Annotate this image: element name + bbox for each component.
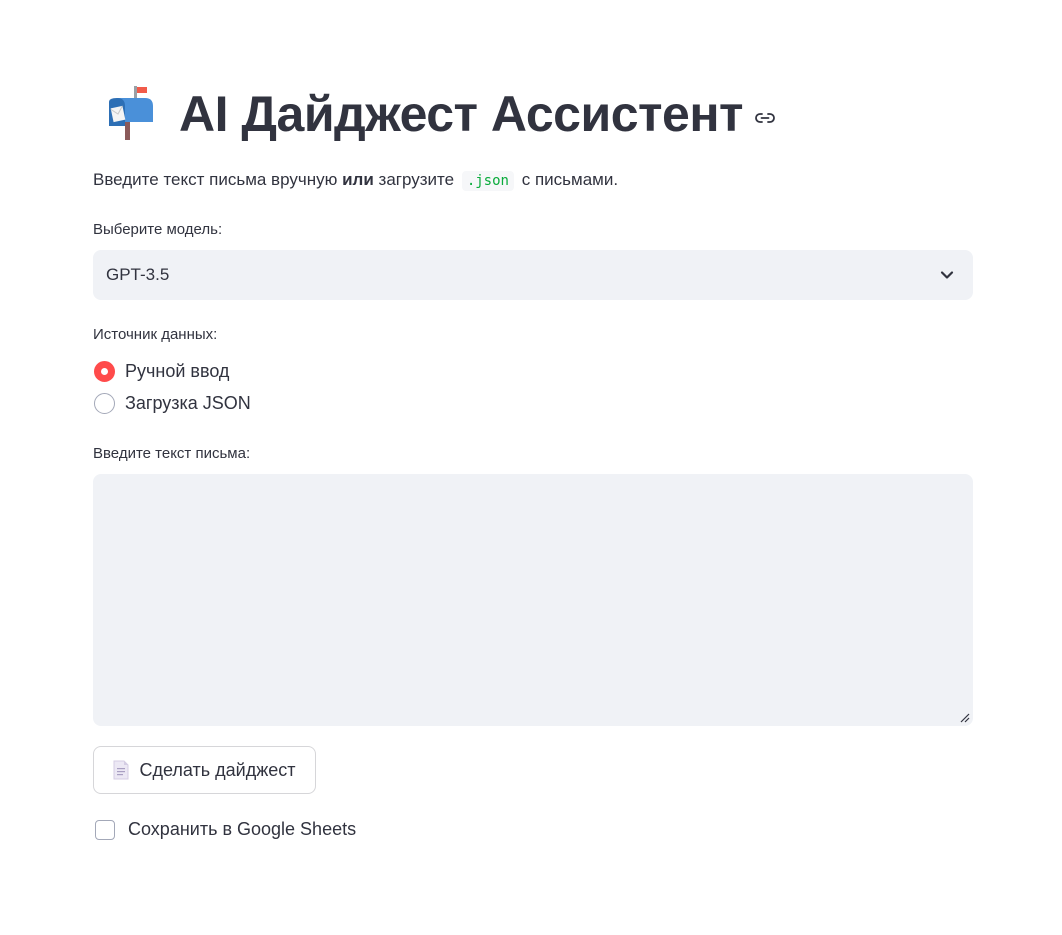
- intro-text: Введите текст письма вручную или загрузи…: [93, 168, 618, 193]
- inline-code-json: .json: [461, 171, 514, 191]
- email-input-label: Введите текст письма:: [93, 445, 251, 462]
- app-main: AI Дайджест Ассистент Введите текст пись…: [0, 0, 1062, 935]
- mailbox-with-flag-icon: [103, 86, 159, 142]
- radio-option-manual[interactable]: Ручной ввод: [94, 361, 229, 382]
- radio-button[interactable]: [94, 393, 115, 414]
- model-select[interactable]: GPT-3.5: [93, 250, 973, 300]
- intro-bold-or: или: [342, 170, 374, 189]
- make-digest-button-label: Сделать дайджест: [139, 759, 296, 780]
- intro-text-part: загрузите: [378, 170, 455, 189]
- email-textarea[interactable]: [93, 474, 973, 726]
- make-digest-button[interactable]: Сделать дайджест: [93, 746, 316, 794]
- save-to-sheets-checkbox-row[interactable]: Сохранить в Google Sheets: [95, 819, 356, 840]
- page-facing-up-icon: [113, 760, 129, 780]
- radio-option-label: Загрузка JSON: [125, 393, 251, 413]
- model-select-label: Выберите модель:: [93, 221, 223, 238]
- radio-option-label: Ручной ввод: [125, 361, 230, 381]
- intro-text-part: с письмами.: [521, 170, 619, 189]
- link-icon[interactable]: [753, 106, 777, 130]
- model-select-value: GPT-3.5: [106, 265, 170, 284]
- save-to-sheets-label: Сохранить в Google Sheets: [128, 819, 357, 839]
- page-title: AI Дайджест Ассистент: [179, 86, 744, 142]
- chevron-down-icon: [937, 265, 957, 285]
- source-label: Источник данных:: [93, 326, 218, 343]
- page-header: AI Дайджест Ассистент: [103, 84, 777, 144]
- save-to-sheets-checkbox[interactable]: [95, 819, 115, 840]
- radio-option-json[interactable]: Загрузка JSON: [94, 393, 251, 414]
- resize-grip-icon[interactable]: [959, 711, 971, 723]
- radio-button-checked[interactable]: [94, 361, 115, 382]
- intro-text-part: Введите текст письма вручную: [93, 170, 338, 189]
